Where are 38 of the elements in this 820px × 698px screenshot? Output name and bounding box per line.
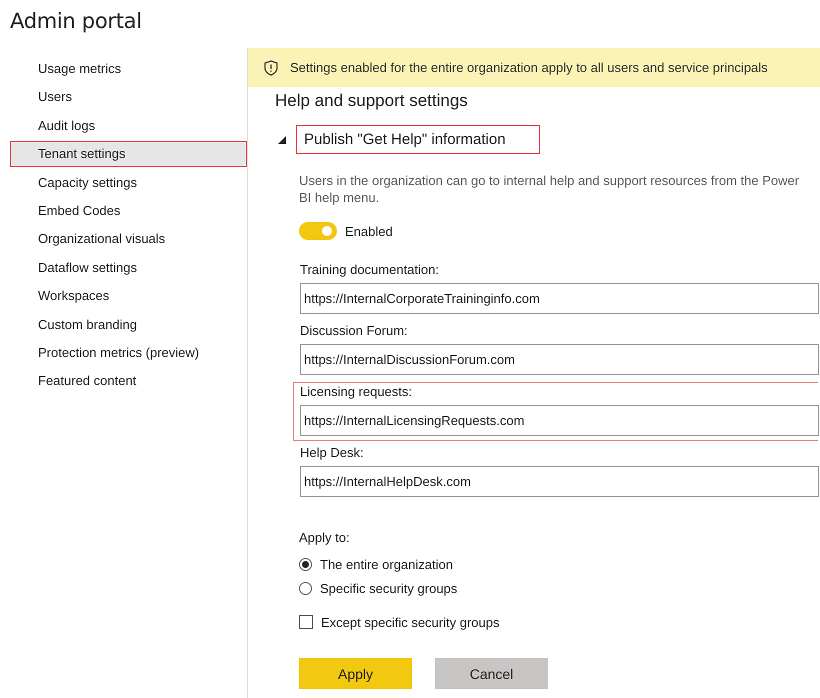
sidebar-item[interactable]: Tenant settings [10,141,247,168]
field-label: Discussion Forum: [300,322,409,339]
sidebar-item[interactable]: Custom branding [10,312,247,338]
radio-label[interactable]: The entire organization [320,556,453,572]
url-field[interactable]: https://InternalHelpDesk.com [300,466,819,497]
sidebar-item[interactable]: Embed Codes [10,198,247,224]
collapse-triangle-icon[interactable] [278,136,286,144]
setting-description: Users in the organization can go to internal help and support resources from the Power BI help menu. [299,172,800,206]
radio-button[interactable] [299,582,312,594]
field-label: Licensing requests: [300,383,414,400]
cancel-button[interactable]: Cancel [435,658,548,689]
page-title: Admin portal [9,8,143,35]
setting-title: Publish "Get Help" information [296,125,540,154]
sidebar-item[interactable]: Protection metrics (preview) [10,340,247,366]
sidebar-item[interactable]: Organizational visuals [10,226,247,252]
url-field[interactable]: https://InternalDiscussionForum.com [300,344,819,375]
radio-button[interactable] [299,558,312,570]
sidebar-item[interactable]: Audit logs [10,112,247,139]
sidebar-item[interactable]: Users [10,84,247,110]
url-field[interactable]: https://InternalLicensingRequests.com [300,405,819,436]
apply-to-label: Apply to: [299,530,351,545]
toggle-switch[interactable] [299,222,337,240]
toggle-label: Enabled [345,224,393,238]
field-label: Help Desk: [300,444,365,461]
radio-label[interactable]: Specific security groups [320,580,458,596]
sidebar-item[interactable]: Capacity settings [10,170,247,196]
apply-button[interactable]: Apply [299,658,412,689]
shield-icon [264,60,278,76]
banner-text: Settings enabled for the entire organization apply to all users and service principals [290,60,768,75]
sidebar-item[interactable]: Workspaces [10,283,247,310]
field-label: Training documentation: [300,261,440,278]
checkbox-label[interactable]: Except specific security groups [321,614,500,630]
sidebar-item[interactable]: Dataflow settings [10,254,247,281]
url-field[interactable]: https://InternalCorporateTraininginfo.com [300,283,819,314]
sidebar-item[interactable]: Featured content [10,368,247,394]
sidebar-item[interactable]: Usage metrics [10,56,247,82]
checkbox[interactable] [299,615,313,629]
section-heading: Help and support settings [275,91,469,111]
